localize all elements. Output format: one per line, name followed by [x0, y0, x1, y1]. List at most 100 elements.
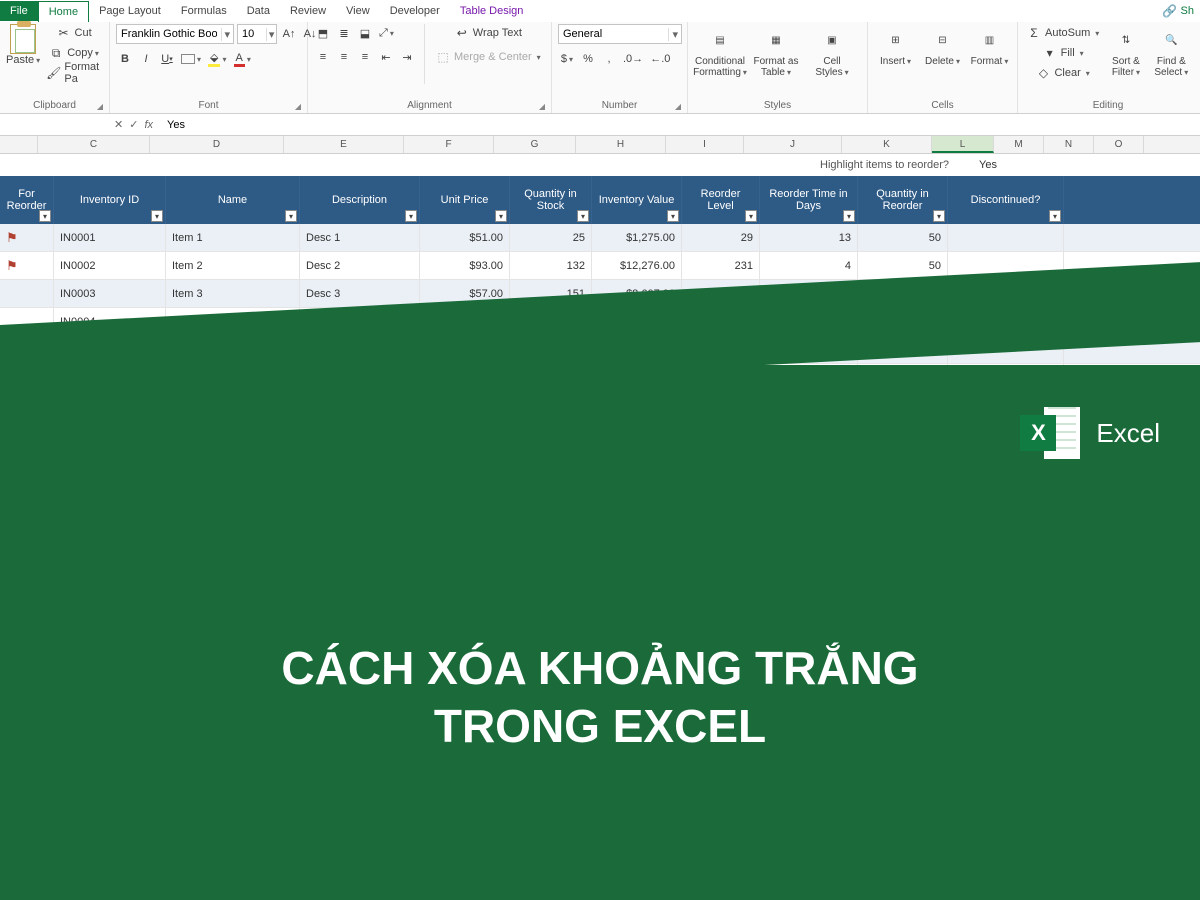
table-cell[interactable]: Item 3 [166, 280, 300, 307]
sort-filter-button[interactable]: ⇅Sort & Filter [1105, 24, 1146, 80]
table-cell[interactable]: $1,275.00 [592, 224, 682, 251]
align-left-button[interactable]: ≡ [314, 48, 332, 66]
number-format-input[interactable] [559, 28, 668, 40]
table-cell[interactable] [0, 280, 54, 307]
filter-dropdown-icon[interactable]: ▾ [285, 210, 297, 222]
italic-button[interactable]: I [137, 50, 155, 68]
table-header-cell[interactable]: Name▾ [166, 176, 300, 224]
find-select-button[interactable]: 🔍Find & Select [1151, 24, 1192, 80]
delete-cells-button[interactable]: ⊟Delete [921, 24, 964, 69]
tab-data[interactable]: Data [237, 1, 280, 21]
autosum-button[interactable]: ΣAutoSum [1024, 24, 1101, 42]
column-header-N[interactable]: N [1044, 136, 1094, 153]
table-cell[interactable]: 4 [760, 252, 858, 279]
chevron-down-icon[interactable]: ▾ [221, 28, 234, 41]
align-top-button[interactable]: ⬒ [314, 24, 332, 42]
table-cell[interactable]: 50 [858, 252, 948, 279]
tab-table-design[interactable]: Table Design [450, 1, 534, 21]
number-format-combo[interactable]: ▾ [558, 24, 682, 44]
filter-dropdown-icon[interactable]: ▾ [933, 210, 945, 222]
column-header-J[interactable]: J [744, 136, 842, 153]
filter-dropdown-icon[interactable]: ▾ [495, 210, 507, 222]
underline-button[interactable]: U▾ [158, 50, 176, 68]
increase-decimal-button[interactable]: .0→ [621, 50, 645, 68]
table-header-cell[interactable]: Reorder Time in Days▾ [760, 176, 858, 224]
align-center-button[interactable]: ≡ [335, 48, 353, 66]
column-header-E[interactable]: E [284, 136, 404, 153]
table-cell[interactable]: $93.00 [420, 252, 510, 279]
share-button[interactable]: 🔗 Sh [1156, 0, 1200, 23]
table-cell[interactable]: ⚑ [0, 224, 54, 251]
table-cell[interactable]: $51.00 [420, 224, 510, 251]
table-cell[interactable]: Item 1 [166, 224, 300, 251]
filter-dropdown-icon[interactable]: ▾ [405, 210, 417, 222]
font-size-input[interactable] [238, 28, 266, 40]
table-header-cell[interactable]: For Reorder▾ [0, 176, 54, 224]
dialog-launcher-icon[interactable]: ◢ [97, 102, 103, 111]
column-header-D[interactable]: D [150, 136, 284, 153]
format-cells-button[interactable]: ▥Format [968, 24, 1011, 69]
table-cell[interactable]: Desc 2 [300, 252, 420, 279]
column-header-I[interactable]: I [666, 136, 744, 153]
dialog-launcher-icon[interactable]: ◢ [539, 102, 545, 111]
table-cell[interactable]: 231 [682, 252, 760, 279]
tab-review[interactable]: Review [280, 1, 336, 21]
copy-button[interactable]: ⧉Copy [44, 44, 103, 62]
table-header-cell[interactable]: Unit Price▾ [420, 176, 510, 224]
column-header-H[interactable]: H [576, 136, 666, 153]
borders-button[interactable] [179, 50, 203, 68]
decrease-indent-button[interactable]: ⇤ [377, 48, 395, 66]
table-cell[interactable]: IN0002 [54, 252, 166, 279]
column-header-K[interactable]: K [842, 136, 932, 153]
tab-home[interactable]: Home [38, 1, 89, 22]
table-cell[interactable]: 29 [682, 224, 760, 251]
filter-dropdown-icon[interactable]: ▾ [667, 210, 679, 222]
table-cell[interactable]: Desc 1 [300, 224, 420, 251]
font-size-combo[interactable]: ▾ [237, 24, 277, 44]
table-cell[interactable]: ⚑ [0, 252, 54, 279]
accounting-format-button[interactable]: $ [558, 50, 576, 68]
table-cell[interactable]: Item 2 [166, 252, 300, 279]
table-header-cell[interactable]: Inventory ID▾ [54, 176, 166, 224]
paste-button[interactable]: Paste [6, 24, 40, 66]
align-right-button[interactable]: ≡ [356, 48, 374, 66]
table-header-cell[interactable]: Inventory Value▾ [592, 176, 682, 224]
table-cell[interactable]: 132 [510, 252, 592, 279]
align-bottom-button[interactable]: ⬓ [356, 24, 374, 42]
table-header-cell[interactable]: Quantity in Stock▾ [510, 176, 592, 224]
cancel-formula-icon[interactable]: ✕ [114, 118, 123, 131]
tab-formulas[interactable]: Formulas [171, 1, 237, 21]
font-name-input[interactable] [117, 28, 221, 40]
font-color-button[interactable]: A [232, 50, 253, 68]
increase-font-button[interactable]: A↑ [280, 25, 298, 43]
decrease-decimal-button[interactable]: ←.0 [648, 50, 672, 68]
clear-button[interactable]: ◇Clear [1024, 64, 1101, 82]
table-row[interactable]: ⚑IN0001Item 1Desc 1$51.0025$1,275.002913… [0, 224, 1200, 252]
fx-icon[interactable]: fx [144, 119, 153, 131]
orientation-button[interactable]: ⤢ [377, 24, 396, 42]
filter-dropdown-icon[interactable]: ▾ [843, 210, 855, 222]
merge-center-button[interactable]: ⬚Merge & Center [433, 48, 543, 66]
filter-dropdown-icon[interactable]: ▾ [151, 210, 163, 222]
table-cell[interactable]: IN0003 [54, 280, 166, 307]
table-cell[interactable] [948, 224, 1064, 251]
table-header-cell[interactable]: Description▾ [300, 176, 420, 224]
font-name-combo[interactable]: ▾ [116, 24, 234, 44]
filter-dropdown-icon[interactable]: ▾ [39, 210, 51, 222]
wrap-text-button[interactable]: ↩Wrap Text [433, 24, 543, 42]
format-as-table-button[interactable]: ▦Format as Table [750, 24, 802, 80]
insert-cells-button[interactable]: ⊞Insert [874, 24, 917, 69]
column-header-C[interactable]: C [38, 136, 150, 153]
format-painter-button[interactable]: 🖌Format Pa [44, 64, 103, 82]
column-header-O[interactable]: O [1094, 136, 1144, 153]
table-header-cell[interactable]: Reorder Level▾ [682, 176, 760, 224]
dialog-launcher-icon[interactable]: ◢ [295, 102, 301, 111]
align-middle-button[interactable]: ≣ [335, 24, 353, 42]
table-cell[interactable]: $12,276.00 [592, 252, 682, 279]
tab-view[interactable]: View [336, 1, 380, 21]
chevron-down-icon[interactable]: ▾ [668, 28, 681, 41]
conditional-formatting-button[interactable]: ▤Conditional Formatting [694, 24, 746, 80]
table-cell[interactable]: 50 [858, 224, 948, 251]
filter-dropdown-icon[interactable]: ▾ [1049, 210, 1061, 222]
column-header-L[interactable]: L [932, 136, 994, 153]
